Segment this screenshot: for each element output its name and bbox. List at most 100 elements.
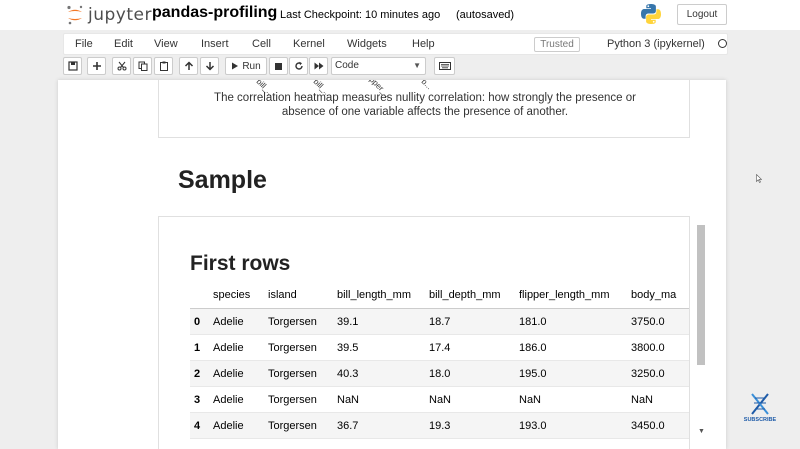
row-index: 2 bbox=[194, 368, 201, 380]
chevron-down-icon: ▼ bbox=[413, 61, 421, 70]
menu-cell[interactable]: Cell bbox=[252, 38, 271, 50]
mouse-cursor-icon bbox=[756, 174, 762, 183]
table-cell: 39.5 bbox=[337, 342, 359, 354]
output-scrollbar[interactable] bbox=[697, 225, 705, 365]
paste-icon bbox=[159, 61, 168, 71]
row-index: 3 bbox=[194, 394, 201, 406]
first-rows-table: species island bill_length_mm bill_depth… bbox=[190, 281, 689, 439]
table-cell: Torgersen bbox=[268, 394, 317, 406]
table-cell: NaN bbox=[631, 394, 654, 406]
table-cell: Adelie bbox=[213, 420, 244, 432]
subscribe-watermark[interactable]: SUBSCRIBE bbox=[740, 392, 780, 428]
command-palette-button[interactable] bbox=[434, 57, 455, 75]
run-label: Run bbox=[242, 60, 261, 72]
table-cell: 3450.0 bbox=[631, 420, 665, 432]
checkpoint-status: Last Checkpoint: 10 minutes ago bbox=[280, 9, 441, 21]
menu-help[interactable]: Help bbox=[412, 38, 435, 50]
keyboard-icon bbox=[438, 62, 451, 70]
menu-insert[interactable]: Insert bbox=[201, 38, 229, 50]
table-cell: 39.1 bbox=[337, 316, 359, 328]
jupyter-icon bbox=[66, 5, 84, 25]
table-row: 3 Adelie Torgersen NaN NaN NaN NaN bbox=[190, 387, 689, 413]
notebook-site[interactable]: The correlation heatmap measures nullity… bbox=[0, 80, 800, 449]
first-rows-heading: First rows bbox=[190, 252, 291, 275]
row-index: 4 bbox=[194, 420, 201, 432]
python-logo-icon bbox=[640, 3, 662, 25]
trusted-indicator[interactable]: Trusted bbox=[534, 37, 580, 52]
table-cell: 18.7 bbox=[429, 316, 451, 328]
table-cell: Adelie bbox=[213, 342, 244, 354]
table-cell: NaN bbox=[337, 394, 360, 406]
table-cell: 17.4 bbox=[429, 342, 451, 354]
arrow-up-icon bbox=[184, 61, 193, 70]
run-button[interactable]: Run bbox=[225, 57, 267, 75]
save-button[interactable] bbox=[63, 57, 82, 75]
table-cell: 18.0 bbox=[429, 368, 451, 380]
move-up-button[interactable] bbox=[179, 57, 198, 75]
menubar: File Edit View Insert Cell Kernel Widget… bbox=[63, 33, 728, 55]
table-header-row: species island bill_length_mm bill_depth… bbox=[190, 281, 689, 309]
table-row: 2 Adelie Torgersen 40.3 18.0 195.0 3250.… bbox=[190, 361, 689, 387]
table-cell: Torgersen bbox=[268, 420, 317, 432]
paste-button[interactable] bbox=[154, 57, 173, 75]
dna-icon bbox=[751, 393, 769, 415]
logout-button[interactable]: Logout bbox=[677, 4, 727, 25]
restart-run-all-button[interactable] bbox=[309, 57, 328, 75]
move-down-button[interactable] bbox=[200, 57, 219, 75]
toolbar: Run Code ▼ bbox=[63, 56, 728, 77]
caption-line-2: absence of one variable affects the pres… bbox=[281, 106, 569, 118]
menu-kernel[interactable]: Kernel bbox=[293, 38, 325, 50]
table-cell: 36.7 bbox=[337, 420, 359, 432]
scroll-down-icon[interactable]: ▼ bbox=[698, 428, 705, 435]
column-header: bill_depth_mm bbox=[429, 289, 501, 301]
menu-widgets[interactable]: Widgets bbox=[347, 38, 387, 50]
jupyter-wordmark: jupyter bbox=[88, 5, 152, 25]
table-cell: NaN bbox=[429, 394, 452, 406]
menu-edit[interactable]: Edit bbox=[114, 38, 133, 50]
notebook-header: jupyter pandas-profiling Last Checkpoint… bbox=[0, 0, 800, 30]
table-cell: 19.3 bbox=[429, 420, 451, 432]
correlation-caption: The correlation heatmap measures nullity… bbox=[159, 91, 691, 119]
fast-forward-icon bbox=[314, 62, 323, 70]
notebook-page: The correlation heatmap measures nullity… bbox=[58, 80, 726, 449]
column-header: flipper_length_mm bbox=[519, 289, 610, 301]
jupyter-logo[interactable]: jupyter bbox=[66, 3, 152, 27]
table-cell: Torgersen bbox=[268, 368, 317, 380]
stop-icon bbox=[275, 62, 282, 70]
plus-icon bbox=[92, 62, 101, 70]
menu-view[interactable]: View bbox=[154, 38, 178, 50]
caption-line-1: The correlation heatmap measures nullity… bbox=[214, 92, 636, 104]
cell-type-value: Code bbox=[335, 60, 359, 71]
interrupt-button[interactable] bbox=[269, 57, 288, 75]
arrow-down-icon bbox=[205, 62, 214, 71]
cut-button[interactable] bbox=[112, 57, 131, 75]
kernel-idle-icon bbox=[718, 39, 727, 48]
column-header: body_ma bbox=[631, 289, 677, 301]
table-cell: Torgersen bbox=[268, 342, 317, 354]
refresh-icon bbox=[294, 61, 303, 70]
table-cell: 181.0 bbox=[519, 316, 547, 328]
table-cell: 3750.0 bbox=[631, 316, 665, 328]
table-cell: Adelie bbox=[213, 394, 244, 406]
table-row: 1 Adelie Torgersen 39.5 17.4 186.0 3800.… bbox=[190, 335, 689, 361]
cell-type-select[interactable]: Code ▼ bbox=[331, 57, 426, 75]
heatmap-axis-labels: bill_... bill_... flipper_... b... bbox=[158, 80, 434, 101]
table-cell: 195.0 bbox=[519, 368, 547, 380]
table-cell: 40.3 bbox=[337, 368, 359, 380]
column-header: bill_length_mm bbox=[337, 289, 411, 301]
scissors-icon bbox=[117, 61, 126, 71]
row-index: 1 bbox=[194, 342, 201, 354]
restart-button[interactable] bbox=[289, 57, 308, 75]
column-header: island bbox=[268, 289, 297, 301]
kernel-name[interactable]: Python 3 (ipykernel) bbox=[607, 38, 705, 50]
menu-file[interactable]: File bbox=[75, 38, 93, 50]
table-cell: Torgersen bbox=[268, 316, 317, 328]
copy-button[interactable] bbox=[133, 57, 152, 75]
table-cell: 193.0 bbox=[519, 420, 547, 432]
notebook-name[interactable]: pandas-profiling bbox=[152, 4, 277, 22]
insert-cell-button[interactable] bbox=[87, 57, 106, 75]
table-cell: 186.0 bbox=[519, 342, 547, 354]
table-row: 4 Adelie Torgersen 36.7 19.3 193.0 3450.… bbox=[190, 413, 689, 439]
save-icon bbox=[67, 61, 78, 71]
column-header: species bbox=[213, 289, 251, 301]
